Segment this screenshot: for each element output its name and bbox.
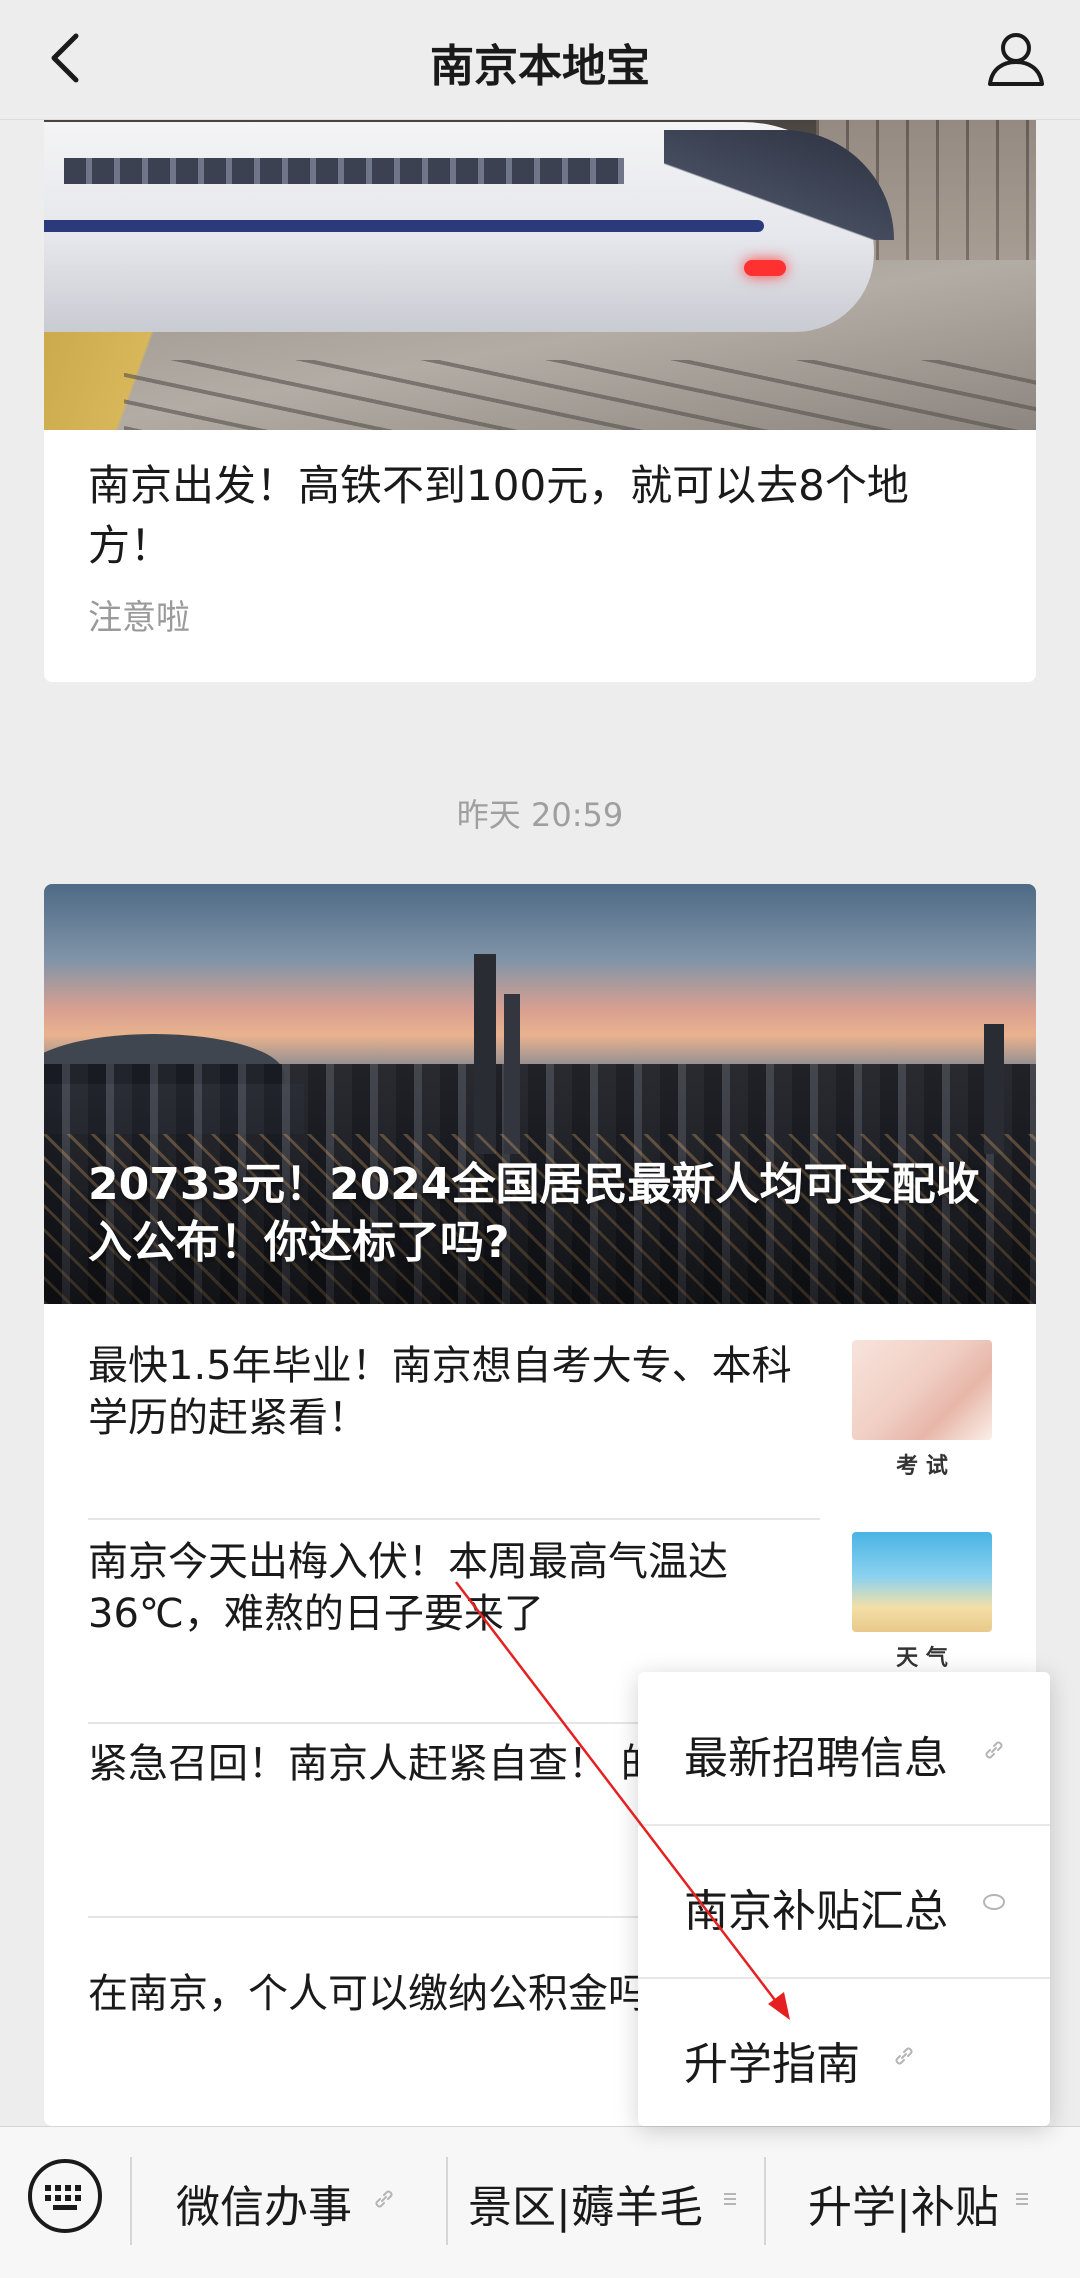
link-icon xyxy=(985,1741,1003,1759)
list-item-title: 南京今天出梅入伏！本周最高气温达36℃，难熬的日子要来了 xyxy=(88,1539,728,1637)
divider xyxy=(764,2157,766,2245)
bottom-menu-bar: 微信办事 景区|薅羊毛 升学|补贴 xyxy=(0,2126,1080,2278)
link-icon xyxy=(895,2047,913,2065)
article-subtitle: 注意啦 xyxy=(88,598,190,638)
exam-thumbnail xyxy=(852,1340,992,1440)
headline-article[interactable]: 20733元！2024全国居民最新人均可支配收入公布！你达标了吗? xyxy=(44,884,1036,1304)
divider xyxy=(130,2157,132,2245)
chat-bubble-icon xyxy=(983,1894,1005,1910)
navigation-bar: 南京本地宝 xyxy=(0,0,1080,120)
thumbnail-caption: 天 气 xyxy=(896,1646,948,1671)
menu-item-label: 最新招聘信息 xyxy=(684,1733,948,1784)
menu-admissions-subsidies[interactable]: 升学|补贴 xyxy=(808,2171,999,2235)
menu-item-jobs[interactable]: 最新招聘信息 xyxy=(638,1672,1050,1824)
user-profile-icon[interactable] xyxy=(982,24,1050,92)
message-timestamp: 昨天 20:59 xyxy=(456,796,624,834)
menu-item-admissions-guide[interactable]: 升学指南 xyxy=(638,1978,1050,2130)
submenu-popup: 最新招聘信息 南京补贴汇总 升学指南 xyxy=(638,1672,1050,2126)
article-card-top[interactable]: 南京出发！高铁不到100元，就可以去8个地方！ 注意啦 xyxy=(44,120,1036,682)
menu-scenic-deals[interactable]: 景区|薅羊毛 xyxy=(468,2171,703,2235)
weather-thumbnail xyxy=(852,1532,992,1632)
list-item-title: 最快1.5年毕业！南京想自考大专、本科学历的赶紧看！ xyxy=(88,1343,792,1441)
keyboard-icon[interactable] xyxy=(26,2157,104,2235)
headline-title: 20733元！2024全国居民最新人均可支配收入公布！你达标了吗? xyxy=(88,1159,980,1268)
account-title: 南京本地宝 xyxy=(430,41,650,92)
menu-item-label: 升学指南 xyxy=(684,2039,860,2090)
menu-item-subsidies[interactable]: 南京补贴汇总 xyxy=(638,1825,1050,1977)
menu-item-label: 南京补贴汇总 xyxy=(684,1886,948,1937)
high-speed-train-image xyxy=(44,120,1036,430)
menu-lines-icon xyxy=(1016,2193,1028,2205)
thumbnail-caption: 考 试 xyxy=(896,1454,948,1479)
divider xyxy=(88,1518,820,1520)
link-icon xyxy=(375,2190,393,2208)
divider xyxy=(446,2157,448,2245)
list-item[interactable]: 最快1.5年毕业！南京想自考大专、本科学历的赶紧看！ 考 试 xyxy=(88,1336,992,1530)
menu-wechat-services[interactable]: 微信办事 xyxy=(176,2171,352,2235)
menu-lines-icon xyxy=(724,2193,736,2205)
article-title: 南京出发！高铁不到100元，就可以去8个地方！ xyxy=(88,461,909,570)
